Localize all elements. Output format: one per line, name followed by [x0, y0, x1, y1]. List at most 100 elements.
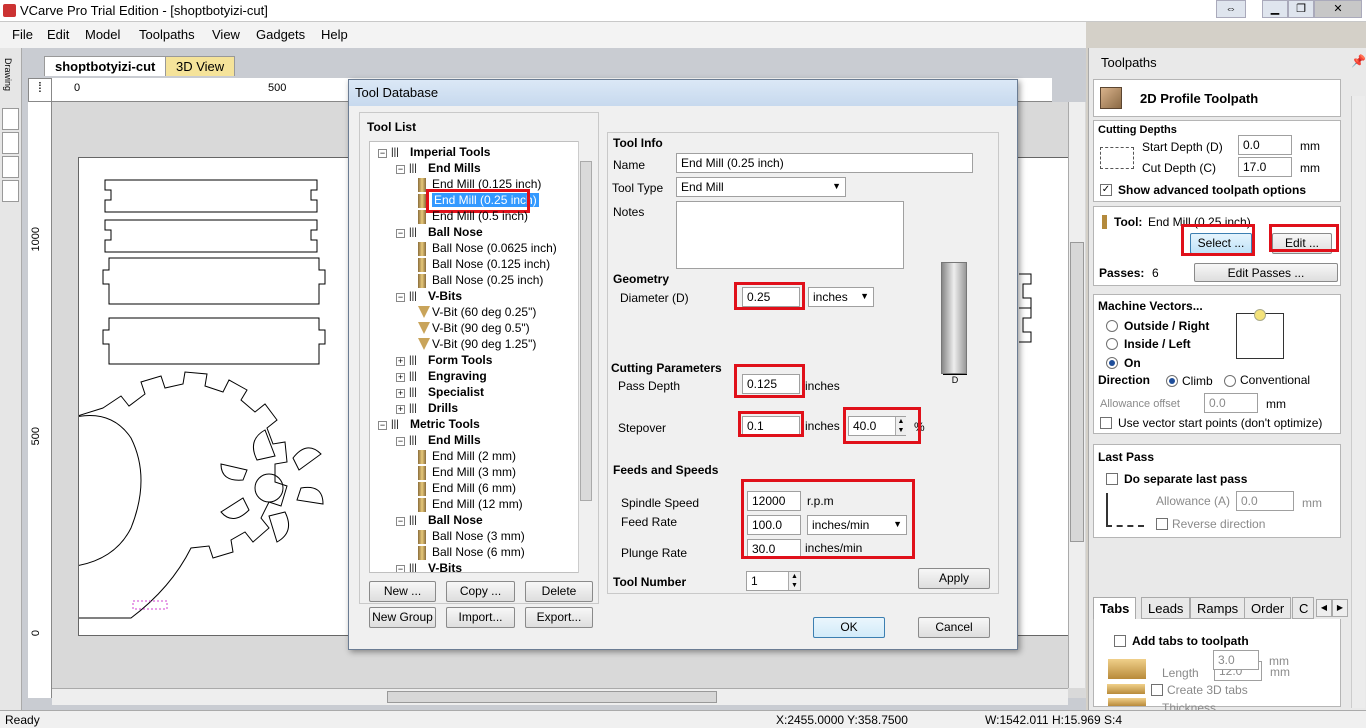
- tree-group[interactable]: Metric Tools: [410, 417, 480, 431]
- vertical-scrollbar[interactable]: [1068, 102, 1085, 688]
- tree-item[interactable]: End Mill (6 mm): [432, 481, 516, 495]
- close-icon[interactable]: ✕: [1314, 0, 1362, 18]
- tree-item[interactable]: Ball Nose (0.125 inch): [432, 257, 550, 271]
- tree-group[interactable]: V-Bits: [428, 289, 462, 303]
- tree-group[interactable]: Ball Nose: [428, 513, 483, 527]
- toolbar-slot[interactable]: [2, 180, 19, 202]
- copy-button[interactable]: Copy ...: [446, 581, 515, 602]
- tab-tabs[interactable]: Tabs: [1093, 597, 1137, 619]
- allowance-a-field[interactable]: 0.0: [1236, 491, 1294, 511]
- expand-toggle-icon[interactable]: −: [396, 293, 405, 302]
- tree-item[interactable]: Ball Nose (6 mm): [432, 545, 525, 559]
- tree-group[interactable]: End Mills: [428, 161, 481, 175]
- scroll-thumb[interactable]: [580, 161, 592, 501]
- create-3d-tabs-checkbox[interactable]: [1151, 684, 1163, 696]
- tree-item[interactable]: V-Bit (90 deg 1.25"): [432, 337, 536, 351]
- expand-toggle-icon[interactable]: −: [396, 229, 405, 238]
- pin-icon[interactable]: 📌: [1351, 54, 1366, 68]
- tree-group[interactable]: End Mills: [428, 433, 481, 447]
- climb-radio[interactable]: [1166, 375, 1178, 387]
- tree-item[interactable]: End Mill (2 mm): [432, 449, 516, 463]
- tree-group[interactable]: Drills: [428, 401, 458, 415]
- expand-toggle-icon[interactable]: +: [396, 405, 405, 414]
- on-radio[interactable]: [1106, 357, 1118, 369]
- tool-tree[interactable]: − ||| Imperial Tools − ||| End Mills End Mill …: [369, 141, 593, 573]
- minimize-icon[interactable]: ▁: [1262, 0, 1288, 18]
- expand-toggle-icon[interactable]: −: [378, 421, 387, 430]
- outside-right-radio[interactable]: [1106, 320, 1118, 332]
- delete-button[interactable]: Delete: [525, 581, 593, 602]
- maximize-icon[interactable]: ❐: [1288, 0, 1314, 18]
- expand-toggle-icon[interactable]: +: [396, 373, 405, 382]
- add-tabs-checkbox[interactable]: [1114, 635, 1126, 647]
- menu-view[interactable]: View: [212, 27, 240, 42]
- tree-item[interactable]: Ball Nose (0.0625 inch): [432, 241, 557, 255]
- tree-group[interactable]: Ball Nose: [428, 225, 483, 239]
- tree-group[interactable]: Form Tools: [428, 353, 492, 367]
- tree-item[interactable]: Ball Nose (0.25 inch): [432, 273, 543, 287]
- horizontal-scrollbar[interactable]: [52, 688, 1068, 705]
- expand-toggle-icon[interactable]: +: [396, 357, 405, 366]
- tab-3d-view[interactable]: 3D View: [165, 56, 236, 76]
- tree-item[interactable]: Ball Nose (3 mm): [432, 529, 525, 543]
- separate-last-pass-checkbox[interactable]: [1106, 473, 1118, 485]
- thickness-field[interactable]: 3.0: [1213, 650, 1259, 670]
- tree-item[interactable]: End Mill (0.5 inch): [432, 209, 528, 223]
- cancel-button[interactable]: Cancel: [918, 617, 990, 638]
- tree-group[interactable]: Specialist: [428, 385, 484, 399]
- tree-group[interactable]: V-Bits: [428, 561, 462, 572]
- expand-toggle-icon[interactable]: −: [396, 165, 405, 174]
- toolbar-slot[interactable]: [2, 108, 19, 130]
- tree-item[interactable]: V-Bit (60 deg 0.25"): [432, 305, 536, 319]
- export-button[interactable]: Export...: [525, 607, 593, 628]
- notes-field[interactable]: [676, 201, 904, 269]
- cut-depth-field[interactable]: 17.0: [1238, 157, 1292, 177]
- allowance-offset-field[interactable]: 0.0: [1204, 393, 1258, 413]
- tree-group[interactable]: Engraving: [428, 369, 487, 383]
- tree-scrollbar[interactable]: [578, 141, 593, 573]
- ruler-origin-icon[interactable]: ⁞: [28, 78, 52, 102]
- menu-model[interactable]: Model: [85, 27, 120, 42]
- import-button[interactable]: Import...: [446, 607, 515, 628]
- tree-item[interactable]: End Mill (3 mm): [432, 465, 516, 479]
- drawing-tab-label[interactable]: Drawing: [3, 58, 13, 91]
- apply-button[interactable]: Apply: [918, 568, 990, 589]
- toolbar-slot[interactable]: [2, 132, 19, 154]
- expand-toggle-icon[interactable]: −: [378, 149, 387, 158]
- tab-c[interactable]: C: [1292, 597, 1314, 619]
- tree-group[interactable]: Imperial Tools: [410, 145, 490, 159]
- expand-toggle-icon[interactable]: −: [396, 517, 405, 526]
- new-group-button[interactable]: New Group: [369, 607, 436, 628]
- tool-type-select[interactable]: End Mill: [676, 177, 846, 197]
- tab-scroll-right-icon[interactable]: ▶: [1332, 599, 1348, 617]
- scroll-thumb[interactable]: [387, 691, 717, 703]
- ok-button[interactable]: OK: [813, 617, 885, 638]
- scroll-thumb[interactable]: [1070, 242, 1084, 542]
- inside-left-radio[interactable]: [1106, 338, 1118, 350]
- menu-file[interactable]: File: [12, 27, 33, 42]
- start-depth-field[interactable]: 0.0: [1238, 135, 1292, 155]
- reverse-direction-checkbox[interactable]: [1156, 518, 1168, 530]
- new-button[interactable]: New ...: [369, 581, 436, 602]
- swap-icon[interactable]: ⇔: [1216, 0, 1246, 18]
- tool-number-spinner-icon[interactable]: ▲ ▼: [788, 572, 800, 590]
- tab-scroll-left-icon[interactable]: ◀: [1316, 599, 1332, 617]
- expand-toggle-icon[interactable]: −: [396, 437, 405, 446]
- menu-toolpaths[interactable]: Toolpaths: [139, 27, 195, 42]
- tree-item[interactable]: End Mill (12 mm): [432, 497, 523, 511]
- name-field[interactable]: End Mill (0.25 inch): [676, 153, 973, 173]
- tree-item[interactable]: V-Bit (90 deg 0.5"): [432, 321, 530, 335]
- edit-passes-button[interactable]: Edit Passes ...: [1194, 263, 1338, 282]
- menu-help[interactable]: Help: [321, 27, 348, 42]
- show-advanced-checkbox[interactable]: ✓: [1100, 184, 1112, 196]
- conventional-radio[interactable]: [1224, 375, 1236, 387]
- panel-scrollbar[interactable]: [1351, 96, 1365, 708]
- expand-toggle-icon[interactable]: +: [396, 389, 405, 398]
- menu-gadgets[interactable]: Gadgets: [256, 27, 305, 42]
- diameter-units-select[interactable]: inches: [808, 287, 874, 307]
- use-vector-start-checkbox[interactable]: [1100, 417, 1112, 429]
- tab-leads[interactable]: Leads: [1141, 597, 1191, 619]
- menu-edit[interactable]: Edit: [47, 27, 69, 42]
- tab-ramps[interactable]: Ramps: [1190, 597, 1246, 619]
- tab-shoptbotyizi-cut[interactable]: shoptbotyizi-cut: [44, 56, 167, 76]
